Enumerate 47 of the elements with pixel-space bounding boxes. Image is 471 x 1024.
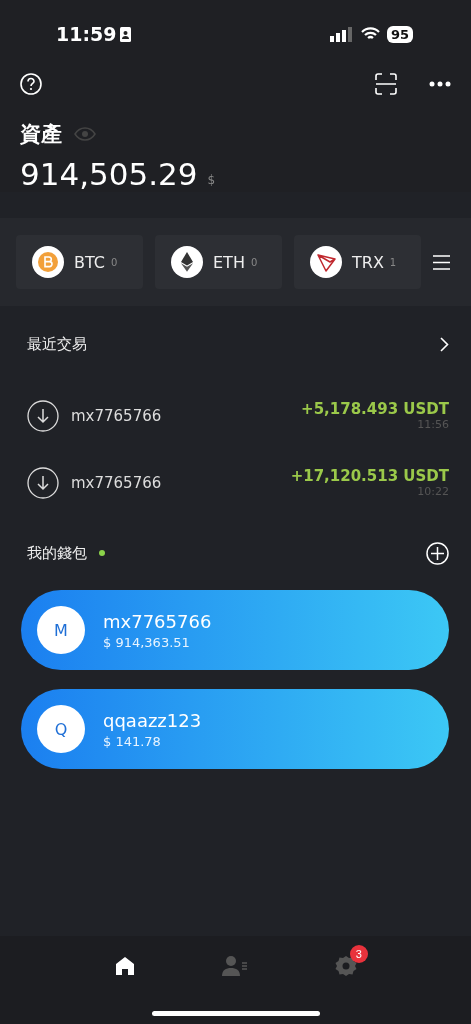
wifi-icon (360, 27, 380, 41)
coin-symbol: TRX (352, 252, 384, 272)
battery-level: 95 (386, 25, 413, 43)
coin-card[interactable]: ETH 0 (155, 235, 282, 289)
assets-title: 資產 (20, 121, 62, 148)
chevron-right-icon[interactable] (440, 336, 449, 352)
transaction-account: mx7765766 (71, 406, 162, 425)
wallet-avatar: M (37, 606, 85, 654)
ethereum-icon (171, 246, 203, 278)
signal-icon (329, 26, 354, 42)
tron-icon (310, 246, 342, 278)
contacts-icon (222, 955, 249, 977)
wallet-balance: $ 141.78 (103, 733, 162, 749)
id-card-icon (120, 26, 132, 42)
wallet-card[interactable]: Q qqaazz123 $ 141.78 (21, 689, 449, 769)
wallet-card[interactable]: M mx7765766 $ 914,363.51 (21, 590, 449, 670)
coin-balance: 1 (389, 256, 397, 268)
coin-symbol: BTC (74, 252, 105, 272)
help-icon[interactable] (20, 73, 42, 95)
transaction-amount: +5,178.493 USDT (301, 400, 449, 418)
transaction-amount: +17,120.513 USDT (290, 467, 449, 485)
wallet-balance: $ 914,363.51 (103, 634, 191, 650)
notification-badge: 3 (349, 945, 368, 963)
more-icon[interactable] (429, 81, 451, 87)
total-balance: 914,505.29 (20, 156, 198, 192)
wallet-name: mx7765766 (103, 610, 212, 632)
add-icon[interactable] (426, 541, 449, 565)
section-title: 我的錢包 (27, 543, 87, 563)
transaction-account: mx7765766 (71, 473, 162, 492)
bitcoin-icon (32, 246, 64, 278)
status-time: 11:59 (56, 23, 117, 45)
coin-balance: 0 (111, 256, 118, 268)
tab-button[interactable]: 3 (325, 946, 366, 986)
coin-symbol: ETH (213, 252, 245, 272)
wallet-name: qqaazz123 (103, 709, 202, 731)
coin-card[interactable]: TRX 1 (294, 235, 421, 289)
currency-symbol: $ (207, 173, 216, 187)
home-icon (114, 955, 137, 977)
scan-icon[interactable] (375, 73, 397, 95)
arrow-down-icon (27, 399, 59, 432)
settings-icon (334, 955, 357, 977)
menu-icon[interactable] (433, 254, 450, 270)
coin-balance: 0 (250, 256, 258, 268)
arrow-down-icon (27, 466, 59, 499)
section-title: 最近交易 (27, 334, 87, 354)
coin-card[interactable]: BTC 0 (16, 235, 143, 289)
wallet-avatar: Q (37, 705, 85, 753)
